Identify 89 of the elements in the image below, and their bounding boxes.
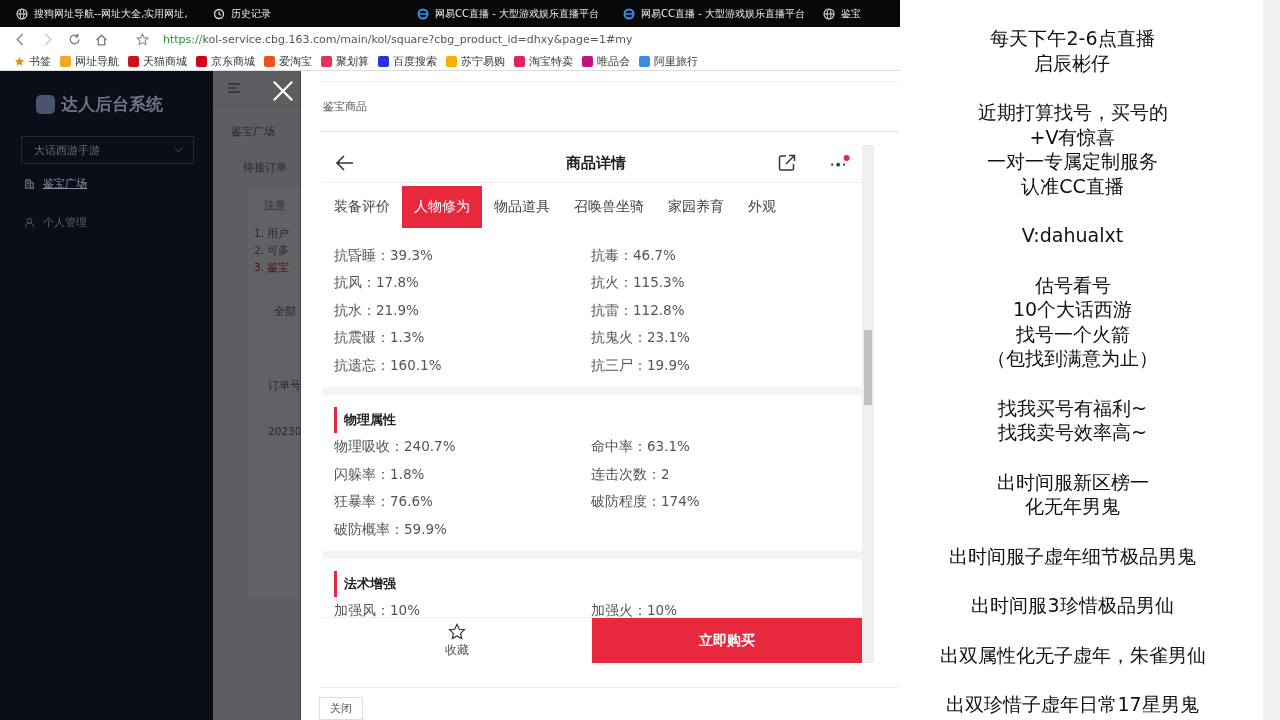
category-tab[interactable]: 召唤兽坐骑 <box>562 185 656 228</box>
note-line: 近期打算找号，买号的 <box>977 100 1168 125</box>
category-tab[interactable]: 外观 <box>736 185 788 228</box>
note-line: 找号一个火箭 <box>1015 321 1130 346</box>
bookmark-link[interactable]: 爱淘宝 <box>264 53 312 69</box>
attribute-value: 抗毒：46.7% <box>591 246 677 265</box>
note-line: 估号看号 <box>1034 272 1111 297</box>
note-line: 出双属性化无子虚年，朱雀男仙 <box>939 642 1206 667</box>
category-tab[interactable]: 物品道具 <box>482 185 562 228</box>
globe-icon <box>823 7 835 20</box>
bookmark-link[interactable]: 京东商城 <box>196 53 255 69</box>
scrollbar[interactable] <box>862 145 874 663</box>
attribute-value: 抗雷：112.8% <box>591 301 686 320</box>
note-line: 每天下午2-6点直播 <box>990 26 1155 51</box>
browser-logo-icon <box>623 7 635 20</box>
attribute-value: 抗水：21.9% <box>334 301 420 320</box>
note-line: （包找到满意为止） <box>987 346 1158 371</box>
attribute-value: 抗震慑：1.3% <box>334 329 426 348</box>
note-line: 出时间服3珍惜极品男仙 <box>971 593 1174 618</box>
attribute-value: 破防程度：174% <box>591 493 701 512</box>
logo-icon <box>36 95 55 114</box>
attribute-value: 抗火：115.3% <box>591 274 686 293</box>
attribute-value: 闪躲率：1.8% <box>334 465 426 484</box>
section-title: 法术增强 <box>334 571 850 598</box>
note-line: 找我买号有福利~ <box>998 395 1147 420</box>
attribute-value: 加强风：10% <box>334 602 421 618</box>
note-line: V:dahualxt <box>1021 223 1124 248</box>
note-line: 化无年男鬼 <box>1025 494 1120 519</box>
table-cell: 20230 <box>268 425 300 437</box>
note-line: 出双珍惜子虚年日常17星男鬼 <box>946 692 1199 717</box>
attribute-value: 抗风：17.8% <box>334 274 420 293</box>
globe-icon <box>16 7 28 20</box>
close-icon[interactable] <box>272 80 294 102</box>
attribute-value: 连击次数：2 <box>591 465 671 484</box>
browser-tab[interactable]: 网易CC直播 - 大型游戏娱乐直播平台 <box>607 0 813 27</box>
browser-tab[interactable]: 网易CC直播 - 大型游戏娱乐直播平台 <box>401 0 607 27</box>
page-title: 商品详情 <box>565 153 627 173</box>
attribute-value: 抗遗忘：160.1% <box>334 356 443 375</box>
building-icon <box>24 178 35 189</box>
category-tab[interactable]: 家园养育 <box>656 185 736 228</box>
category-tab[interactable]: 装备评价 <box>322 185 402 228</box>
home-icon[interactable] <box>95 33 108 46</box>
bookmark-link[interactable]: 唯品会 <box>582 53 630 69</box>
note-line: 找我卖号效率高~ <box>998 420 1147 445</box>
note-line: 一对一专属定制服务 <box>987 149 1158 174</box>
bookmark-link[interactable]: 聚划算 <box>321 53 369 69</box>
browser-tab[interactable]: 鉴宝 <box>813 0 861 27</box>
close-button[interactable]: 关闭 <box>319 697 363 720</box>
note-line: 认准CC直播 <box>1021 173 1124 198</box>
address-field[interactable]: https://kol-service.cbg.163.com/main/kol/square?cbg_product_id=dhxy&page=1#my <box>163 33 633 46</box>
buy-now-button[interactable]: 立即购买 <box>592 618 862 663</box>
modal-title: 鉴宝商品 <box>323 99 367 114</box>
attribute-value: 命中率：63.1% <box>591 438 691 457</box>
attribute-value: 抗昏睡：39.3% <box>334 246 434 265</box>
bookmark-star-icon[interactable] <box>136 33 149 46</box>
browser-logo-icon <box>417 7 429 20</box>
section-title: 物理属性 <box>334 407 850 434</box>
browser-tab[interactable]: 搜狗网址导航--网址大全,实用网址, <box>0 0 197 27</box>
note-line: 启辰彬仔 <box>1034 50 1111 75</box>
favorite-button[interactable]: 收藏 <box>322 618 592 663</box>
bookmark-link[interactable]: 苏宁易购 <box>446 53 505 69</box>
sidebar-item[interactable]: 鉴宝广场 <box>0 164 213 203</box>
browser-tab[interactable]: 历史记录 <box>197 0 401 27</box>
attribute-value: 抗三尸：19.9% <box>591 356 691 375</box>
attribute-value: 狂暴率：76.6% <box>334 493 434 512</box>
bookmark-link[interactable]: 阿里旅行 <box>639 53 698 69</box>
note-line: +V有惊喜 <box>1029 124 1116 149</box>
note-line: 出时间服子虚年细节极品男鬼 <box>949 543 1196 568</box>
attribute-value: 物理吸收：240.7% <box>334 438 457 457</box>
notice-item: 3. 鉴宝 <box>254 261 291 275</box>
user-icon <box>24 217 35 228</box>
share-icon[interactable] <box>776 153 798 174</box>
category-tab[interactable]: 人物修为 <box>402 185 482 228</box>
note-line: 10个大话西游 <box>1012 297 1133 322</box>
bookmark-link[interactable]: 淘宝特卖 <box>514 53 573 69</box>
game-select[interactable]: 大话西游手游 <box>21 136 194 164</box>
bookmark-link[interactable]: 网址导航 <box>60 53 119 69</box>
attribute-value: 加强火：10% <box>591 602 678 618</box>
attribute-value: 抗鬼火：23.1% <box>591 329 691 348</box>
note-line: 出时间服新区榜一 <box>996 469 1149 494</box>
bookmark-link[interactable]: 书签 <box>14 53 51 69</box>
reload-icon[interactable] <box>68 33 81 46</box>
history-icon <box>213 7 225 20</box>
bookmark-link[interactable]: 百度搜索 <box>378 53 437 69</box>
app-title: 达人后台系统 <box>61 93 163 116</box>
bookmark-link[interactable]: 天猫商城 <box>128 53 187 69</box>
attribute-value: 破防概率：59.9% <box>334 520 448 539</box>
caret-icon <box>174 147 183 153</box>
star-icon <box>447 622 467 641</box>
